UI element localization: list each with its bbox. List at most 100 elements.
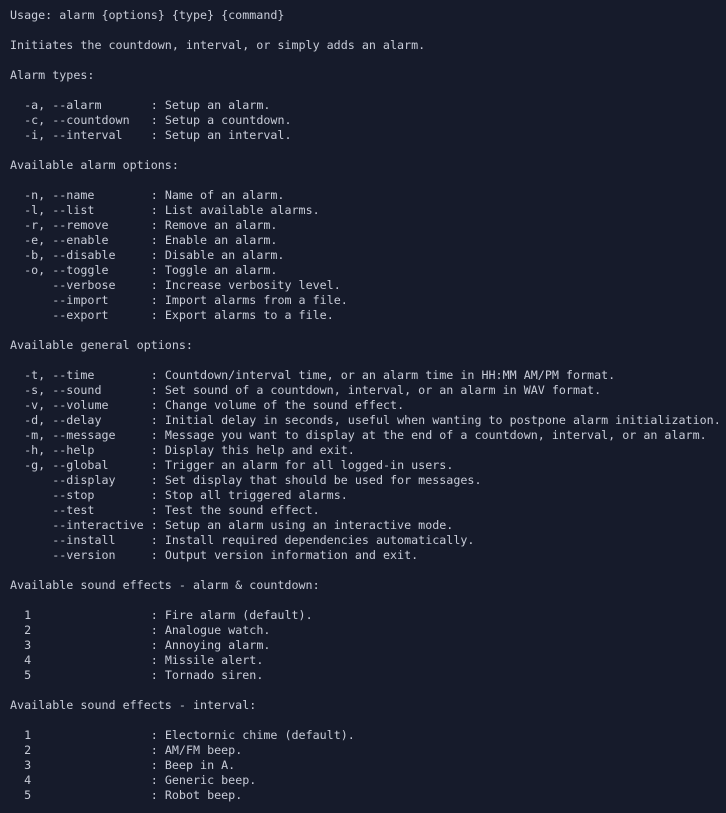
option-description: Setup an alarm. <box>164 98 271 112</box>
option-row-stop: --stop : Stop all triggered alarms. <box>10 488 726 503</box>
option-description: Setup a countdown. <box>164 113 292 127</box>
column-gap <box>130 113 151 127</box>
option-flags: -c, --countdown <box>24 113 130 127</box>
option-flags: --version <box>24 548 116 562</box>
separator-space <box>158 473 165 487</box>
option-separator: : <box>150 383 158 397</box>
option-flags: --test <box>24 503 95 517</box>
option-flags: -l, --list <box>24 203 95 217</box>
option-row-a-alarm: -a, --alarm : Setup an alarm. <box>10 98 726 113</box>
separator-space <box>158 548 165 562</box>
option-description: Increase verbosity level. <box>164 278 341 292</box>
option-description: Enable an alarm. <box>164 233 278 247</box>
option-separator: : <box>150 608 158 622</box>
option-description: Toggle an alarm. <box>164 263 278 277</box>
separator-space <box>158 638 165 652</box>
option-description: Output version information and exit. <box>164 548 419 562</box>
column-gap <box>116 533 151 547</box>
option-description: Setup an alarm using an interactive mode… <box>164 518 454 532</box>
option-separator: : <box>150 428 158 442</box>
option-row-d-delay: -d, --delay : Initial delay in seconds, … <box>10 413 726 428</box>
section-heading-available-alarm-options: Available alarm options: <box>10 158 179 172</box>
option-separator: : <box>150 488 158 502</box>
option-description: Set display that should be used for mess… <box>164 473 482 487</box>
terminal-output[interactable]: Usage: alarm {options} {type} {command} … <box>0 0 726 813</box>
column-gap <box>116 473 151 487</box>
column-gap <box>31 653 151 667</box>
separator-space <box>158 668 165 682</box>
option-separator: : <box>150 758 158 772</box>
option-separator: : <box>150 443 158 457</box>
option-separator: : <box>150 413 158 427</box>
option-flags: -h, --help <box>24 443 95 457</box>
option-description: Import alarms from a file. <box>164 293 348 307</box>
option-row-n-name: -n, --name : Name of an alarm. <box>10 188 726 203</box>
option-description: AM/FM beep. <box>164 743 243 757</box>
option-separator: : <box>150 653 158 667</box>
option-flags: -b, --disable <box>24 248 116 262</box>
option-separator: : <box>150 203 158 217</box>
option-separator: : <box>150 398 158 412</box>
option-description: Fire alarm (default). <box>164 608 313 622</box>
usage-line: Usage: alarm {options} {type} {command} <box>10 8 285 22</box>
option-flags: --import <box>24 293 109 307</box>
option-separator: : <box>150 113 158 127</box>
column-gap <box>144 518 151 532</box>
separator-space <box>158 788 165 802</box>
separator-space <box>158 218 165 232</box>
separator-space <box>158 443 165 457</box>
option-flags: --verbose <box>24 278 116 292</box>
option-flags: --display <box>24 473 116 487</box>
column-gap <box>31 668 151 682</box>
separator-space <box>158 113 165 127</box>
column-gap <box>116 428 151 442</box>
separator-space <box>158 413 165 427</box>
option-row-interactive: --interactive : Setup an alarm using an … <box>10 518 726 533</box>
column-gap <box>116 248 151 262</box>
column-gap <box>101 383 150 397</box>
option-row-1: 1 : Fire alarm (default). <box>10 608 726 623</box>
option-flags: -m, --message <box>24 428 116 442</box>
description-line: Initiates the countdown, interval, or si… <box>10 38 426 52</box>
option-description: Name of an alarm. <box>164 188 285 202</box>
option-separator: : <box>150 458 158 472</box>
column-gap <box>94 443 150 457</box>
option-description: Disable an alarm. <box>164 248 285 262</box>
column-gap <box>109 458 151 472</box>
separator-space <box>158 188 165 202</box>
option-flags: -s, --sound <box>24 383 102 397</box>
option-separator: : <box>150 668 158 682</box>
column-gap <box>31 623 151 637</box>
option-row-install: --install : Install required dependencie… <box>10 533 726 548</box>
option-row-m-message: -m, --message : Message you want to disp… <box>10 428 726 443</box>
option-description: Annoying alarm. <box>164 638 271 652</box>
option-flags: --interactive <box>24 518 144 532</box>
option-description: Display this help and exit. <box>164 443 355 457</box>
option-row-3: 3 : Annoying alarm. <box>10 638 726 653</box>
option-description: Export alarms to a file. <box>164 308 334 322</box>
option-row-display: --display : Set display that should be u… <box>10 473 726 488</box>
option-separator: : <box>150 533 158 547</box>
option-separator: : <box>150 638 158 652</box>
